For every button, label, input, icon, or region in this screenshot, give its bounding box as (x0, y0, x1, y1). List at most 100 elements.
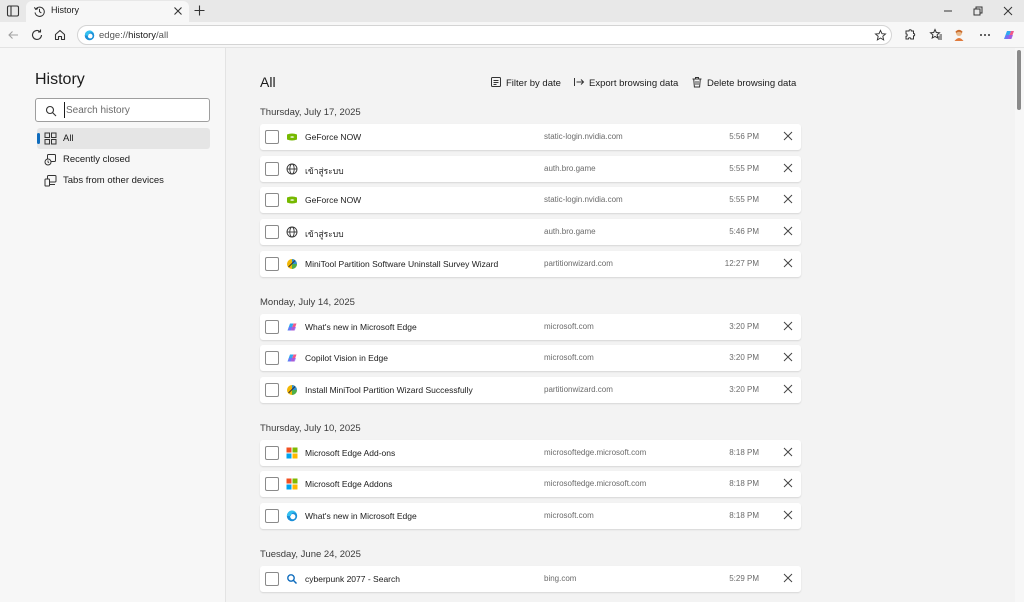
history-item-title[interactable]: GeForce NOW (305, 132, 361, 142)
restore-icon[interactable] (971, 4, 985, 18)
scrollbar-thumb[interactable] (1017, 50, 1021, 110)
row-checkbox[interactable] (265, 193, 279, 208)
filter-by-date-button[interactable]: Filter by date (490, 76, 565, 90)
history-row[interactable]: Install MiniTool Partition Wizard Succes… (260, 376, 801, 403)
microsoft-logo-icon (286, 447, 298, 459)
address-bar[interactable]: edge://history/all (77, 25, 892, 45)
history-item-time: 3:20 PM (729, 384, 759, 394)
row-checkbox[interactable] (265, 256, 279, 271)
row-checkbox[interactable] (265, 477, 279, 492)
remove-entry-icon[interactable] (783, 447, 793, 457)
bing-search-icon (286, 573, 298, 585)
remove-entry-icon[interactable] (783, 573, 793, 583)
history-row[interactable]: MiniTool Partition Software Uninstall Su… (260, 250, 801, 277)
row-checkbox[interactable] (265, 130, 279, 144)
edge-icon (286, 510, 298, 522)
globe-icon (286, 226, 298, 238)
recently-closed-icon (44, 154, 56, 166)
row-checkbox[interactable] (265, 509, 279, 523)
row-checkbox[interactable] (265, 445, 279, 460)
tab-actions-icon[interactable] (6, 4, 20, 18)
history-row[interactable]: What's new in Microsoft Edge microsoft.co… (260, 503, 801, 529)
minimize-icon[interactable] (941, 4, 955, 18)
history-item-title[interactable]: Copilot Vision in Edge (305, 353, 388, 363)
remove-entry-icon[interactable] (783, 131, 793, 141)
history-item-title[interactable]: Install MiniTool Partition Wizard Succes… (305, 385, 473, 395)
favorite-star-icon[interactable] (874, 29, 887, 42)
history-item-title[interactable]: cyberpunk 2077 - Search (305, 574, 400, 584)
new-tab-icon[interactable] (193, 4, 206, 17)
row-checkbox[interactable] (265, 351, 279, 366)
url-scheme: edge:// (99, 30, 129, 41)
remove-entry-icon[interactable] (783, 163, 793, 173)
page-title: All (260, 74, 276, 90)
favorites-icon[interactable] (929, 28, 943, 42)
export-browsing-data-button[interactable]: Export browsing data (573, 76, 681, 90)
refresh-icon[interactable] (30, 28, 44, 42)
history-row[interactable]: Microsoft Edge Addons microsoftedge.micro… (260, 471, 801, 498)
remove-entry-icon[interactable] (783, 194, 793, 204)
nvidia-icon (286, 131, 298, 143)
home-icon[interactable] (53, 28, 67, 42)
sidebar-title: History (35, 71, 85, 88)
row-checkbox[interactable] (265, 225, 279, 240)
trash-icon (692, 77, 702, 88)
history-item-title[interactable]: What's new in Microsoft Edge (305, 322, 417, 332)
back-icon[interactable] (6, 28, 20, 42)
history-item-domain: static-login.nvidia.com (544, 132, 623, 141)
remove-entry-icon[interactable] (783, 510, 793, 520)
history-item-title[interactable]: เข้าสู่ระบบ (305, 227, 344, 241)
history-row[interactable]: เข้าสู่ระบบ auth.bro.game 5:46 PM (260, 219, 801, 246)
history-item-time: 5:56 PM (729, 132, 759, 141)
search-box[interactable] (35, 98, 210, 122)
history-item-title[interactable]: Microsoft Edge Addons (305, 479, 392, 489)
active-tab[interactable]: History (26, 1, 189, 22)
history-item-domain: microsoft.com (544, 321, 594, 331)
tab-title: History (51, 5, 80, 15)
history-row[interactable]: cyberpunk 2077 - Search bing.com 5:29 PM (260, 565, 801, 592)
history-row[interactable]: GeForce NOW static-login.nvidia.com 5:55 P… (260, 187, 801, 214)
history-item-title[interactable]: MiniTool Partition Software Uninstall Su… (305, 259, 498, 269)
history-row[interactable]: What's new in Microsoft Edge microsoft.co… (260, 313, 801, 340)
history-item-title[interactable]: GeForce NOW (305, 195, 361, 205)
remove-entry-icon[interactable] (783, 384, 793, 394)
history-item-domain: microsoftedge.microsoft.com (544, 479, 647, 489)
history-row[interactable]: GeForce NOW static-login.nvidia.com 5:56 P… (260, 124, 801, 150)
history-item-time: 3:20 PM (729, 353, 759, 363)
remove-entry-icon[interactable] (783, 226, 793, 236)
search-history-input[interactable] (64, 102, 204, 118)
row-checkbox[interactable] (265, 382, 279, 397)
history-item-domain: partitionwizard.com (544, 384, 613, 394)
history-item-title[interactable]: เข้าสู่ระบบ (305, 164, 344, 178)
row-checkbox[interactable] (265, 571, 279, 586)
sidebar-item-tabs-other-devices[interactable]: Tabs from other devices (37, 170, 210, 191)
remove-entry-icon[interactable] (783, 352, 793, 362)
history-item-time: 8:18 PM (729, 479, 759, 489)
remove-entry-icon[interactable] (783, 321, 793, 331)
close-tab-icon[interactable] (173, 6, 183, 16)
row-checkbox[interactable] (265, 319, 279, 334)
history-item-title[interactable]: Microsoft Edge Add-ons (305, 448, 395, 458)
copilot-icon[interactable] (1002, 28, 1016, 42)
remove-entry-icon[interactable] (783, 258, 793, 268)
row-checkbox[interactable] (265, 161, 279, 176)
extensions-icon[interactable] (903, 28, 917, 42)
sidebar-item-recently-closed[interactable]: Recently closed (37, 149, 210, 170)
microsoft-logo-icon (286, 478, 298, 490)
history-item-time: 5:55 PM (729, 163, 759, 173)
history-row[interactable]: Copilot Vision in Edge microsoft.com 3:20 … (260, 345, 801, 372)
profile-avatar-icon[interactable] (952, 28, 966, 42)
page-scrollbar[interactable] (1015, 48, 1024, 602)
history-main: All Filter by date Export browsing data … (227, 48, 1015, 602)
delete-browsing-data-label: Delete browsing data (707, 78, 797, 89)
more-options-icon[interactable] (978, 28, 992, 42)
history-item-title[interactable]: What's new in Microsoft Edge (305, 511, 417, 521)
close-window-icon[interactable] (1001, 4, 1015, 18)
history-row[interactable]: Microsoft Edge Add-ons microsoftedge.micr… (260, 439, 801, 466)
delete-browsing-data-button[interactable]: Delete browsing data (691, 76, 797, 90)
history-row[interactable]: เข้าสู่ระบบ auth.bro.game 5:55 PM (260, 155, 801, 182)
sidebar-item-all[interactable]: All (37, 128, 210, 149)
filter-by-date-label: Filter by date (506, 78, 561, 89)
edge-icon (84, 30, 95, 41)
remove-entry-icon[interactable] (783, 478, 793, 488)
